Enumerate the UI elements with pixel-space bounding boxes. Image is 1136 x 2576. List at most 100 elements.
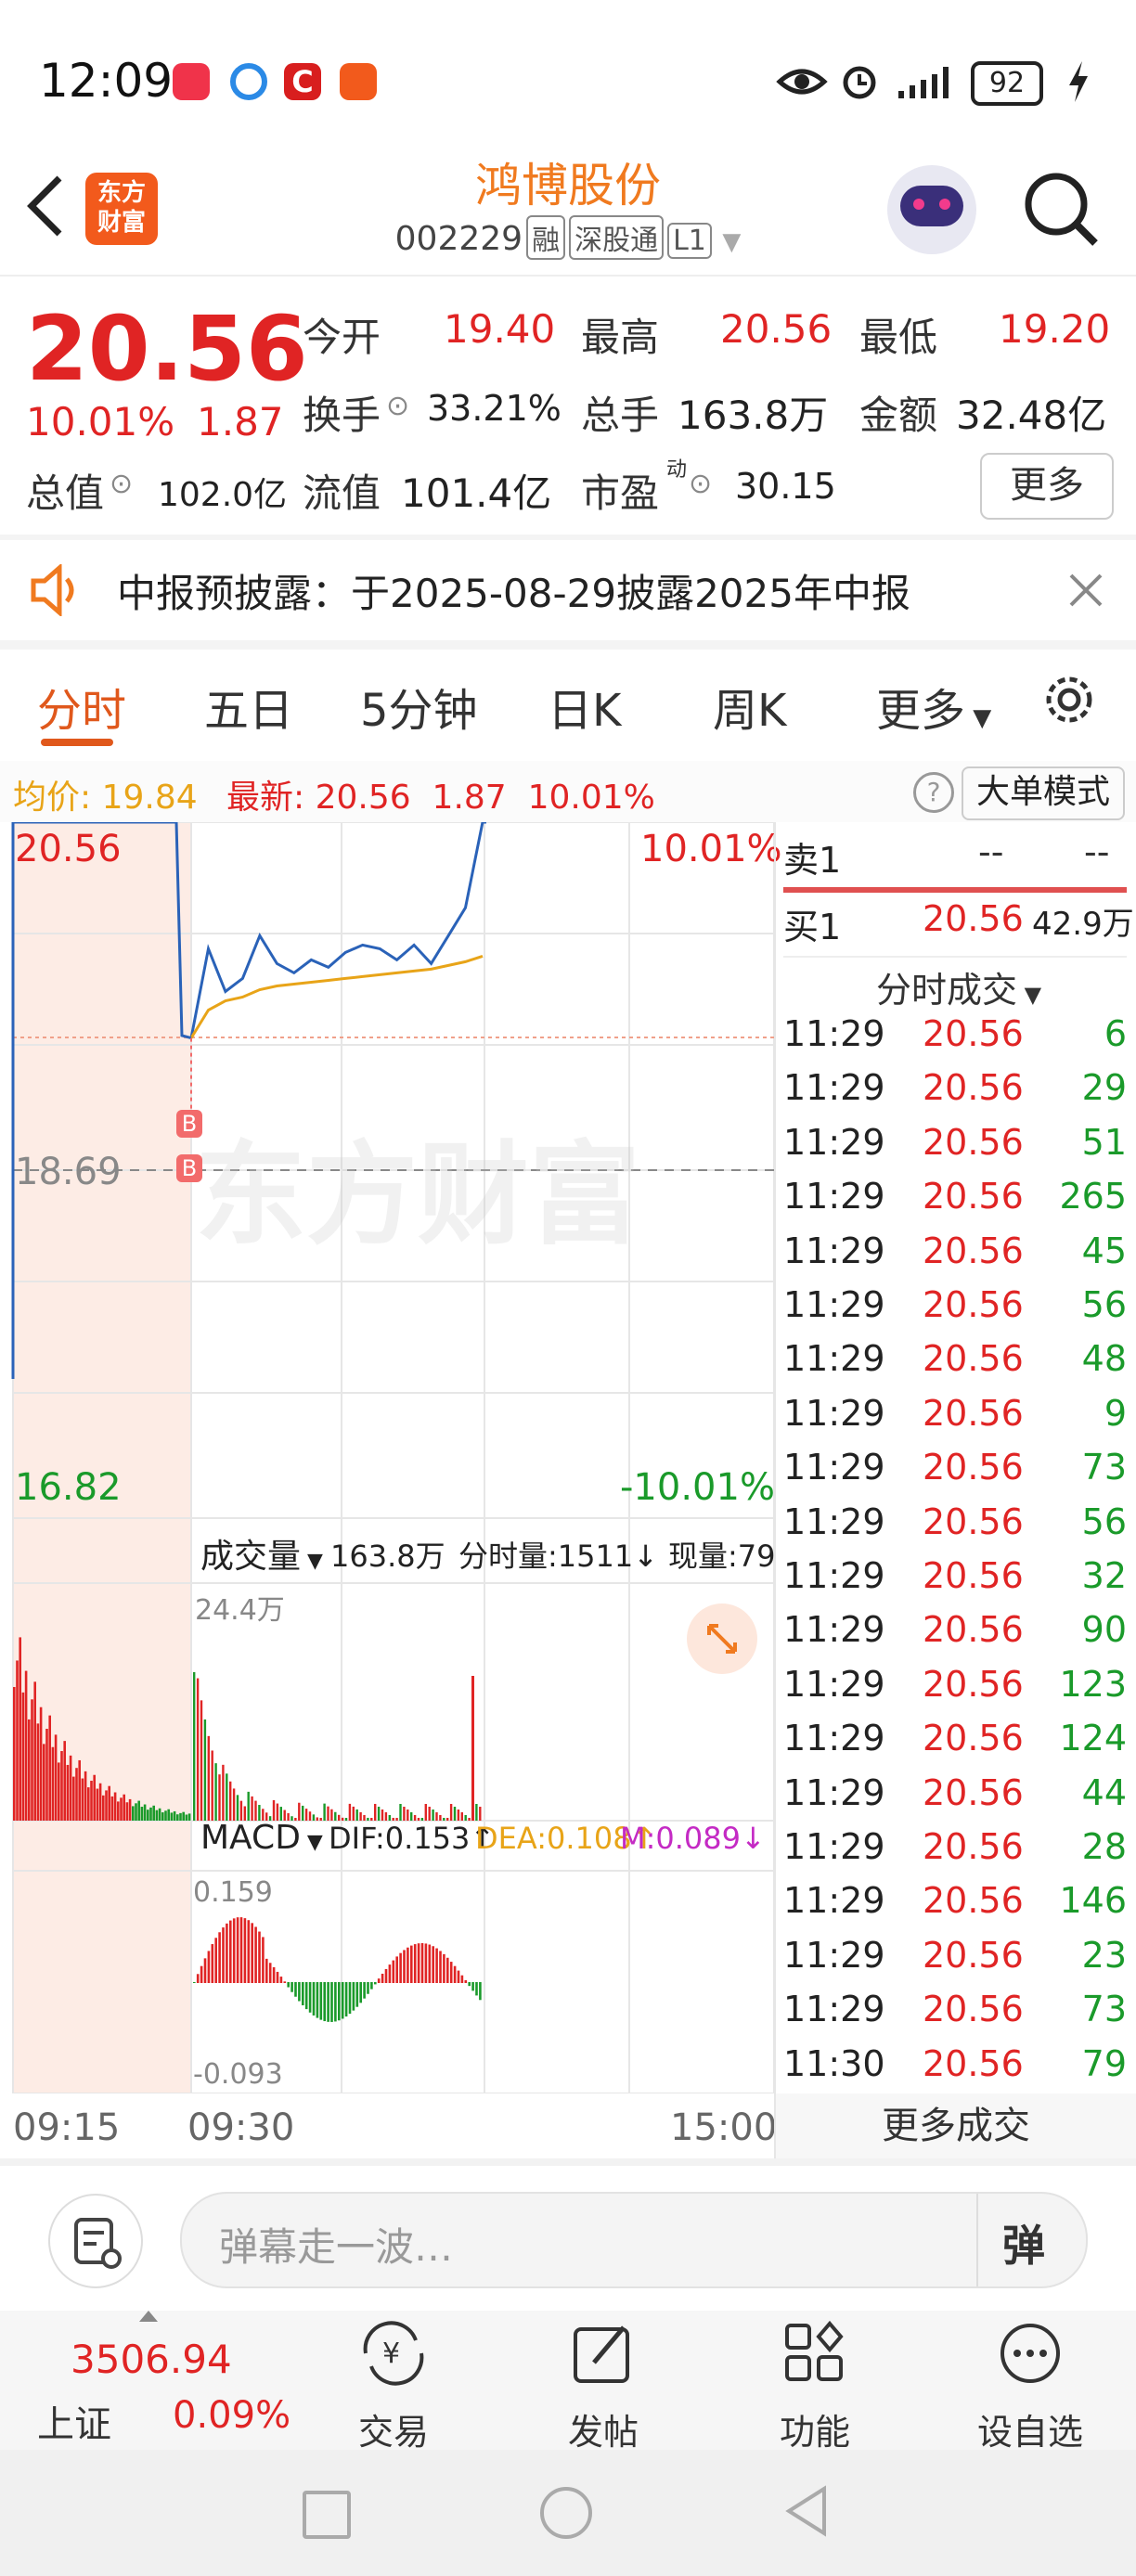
- volume-bar: [170, 1812, 174, 1821]
- volume-bar: [98, 1783, 102, 1821]
- info-icon[interactable]: ⊙: [689, 468, 712, 500]
- volume-label: 成交量: [200, 1538, 302, 1576]
- volume-bar: [348, 1803, 352, 1821]
- c-app-icon: C: [284, 63, 321, 100]
- macd-bar: [417, 1943, 420, 1983]
- trade-icon[interactable]: ¥: [356, 2320, 431, 2387]
- volume-bar: [75, 1768, 78, 1821]
- buy-marker[interactable]: B: [176, 1110, 202, 1138]
- volume-dropdown[interactable]: 成交量 ▼: [200, 1529, 323, 1578]
- volume-bar: [226, 1773, 228, 1821]
- tick-header[interactable]: 分时成交 ▼: [876, 961, 1041, 1012]
- more-quote-button[interactable]: 更多: [980, 453, 1114, 520]
- info-icon[interactable]: ⊙: [386, 390, 409, 422]
- index-name[interactable]: 上证: [37, 2394, 111, 2448]
- buy1-label: 买1: [783, 907, 842, 947]
- home-button[interactable]: [540, 2487, 592, 2539]
- paper-plane-app-icon: [340, 63, 377, 100]
- assistant-avatar[interactable]: [887, 165, 976, 254]
- volume-bar: [161, 1812, 164, 1821]
- close-icon[interactable]: [1067, 572, 1104, 609]
- volume-bar: [24, 1670, 28, 1821]
- nav-post[interactable]: 发帖: [538, 2403, 668, 2454]
- expand-icon[interactable]: [687, 1604, 757, 1674]
- volume-bar: [78, 1759, 81, 1821]
- status-bar: 12:09 C 92: [0, 0, 1136, 148]
- pe-label: 市盈: [581, 470, 660, 516]
- volume-bar: [108, 1785, 110, 1821]
- tick-volume: 56: [1081, 1284, 1127, 1325]
- macd-bar: [294, 1982, 297, 1997]
- volume-bar: [381, 1809, 384, 1821]
- tick-price: 20.56: [923, 1880, 1024, 1922]
- avg-label-text: 均价:: [13, 779, 92, 817]
- macd-bar: [272, 1966, 276, 1983]
- volume-bar: [407, 1809, 409, 1821]
- tick-row: 11:29 20.56 51: [783, 1122, 1136, 1176]
- turnover-label: 换手: [303, 393, 381, 438]
- change-value: 1.87: [197, 399, 284, 444]
- notes-button[interactable]: [48, 2194, 143, 2288]
- back-nav-button[interactable]: [783, 2485, 830, 2537]
- macd-bar: [243, 1918, 247, 1983]
- macd-bar: [290, 1982, 293, 1992]
- tick-row: 11:29 20.56 73: [783, 1447, 1136, 1501]
- macd-bar: [251, 1923, 253, 1983]
- tab-5day[interactable]: 五日: [204, 674, 293, 739]
- tick-volume: 90: [1081, 1609, 1127, 1651]
- macd-bar: [338, 1982, 341, 2021]
- tick-time: 11:29: [783, 1934, 885, 1976]
- macd-top-label: 0.159: [193, 1876, 273, 1909]
- big-order-mode-button[interactable]: 大单模式: [962, 766, 1125, 820]
- comment-input[interactable]: 弹幕走一波… 弹: [180, 2192, 1088, 2288]
- volume-bar: [479, 1806, 482, 1821]
- up-arrow-icon: [139, 2311, 158, 2322]
- volume-bar: [232, 1788, 236, 1821]
- current-volume-text: 现量:79: [668, 1539, 776, 1574]
- index-pct[interactable]: 0.09%: [173, 2394, 290, 2437]
- help-icon[interactable]: ?: [913, 772, 954, 813]
- more-ticks-button[interactable]: 更多成交: [776, 2093, 1136, 2158]
- tag-connect: 深股通: [569, 215, 665, 260]
- post-icon[interactable]: [570, 2320, 637, 2387]
- tab-more[interactable]: 更多 ▼: [876, 674, 991, 739]
- buy-marker[interactable]: B: [176, 1154, 202, 1182]
- tab-intraday[interactable]: 分时: [37, 674, 126, 739]
- more-dots-icon[interactable]: [997, 2320, 1064, 2387]
- notice-bar[interactable]: 中报预披露：于2025-08-29披露2025年中报: [0, 540, 1136, 640]
- macd-bar: [196, 1974, 200, 1983]
- macd-bar: [453, 1965, 457, 1983]
- tick-price: 20.56: [923, 1771, 1024, 1813]
- minute-volume: 分时量:1511↓: [458, 1539, 659, 1574]
- avg-value: 19.84: [101, 779, 198, 817]
- nav-trade[interactable]: 交易: [329, 2403, 458, 2454]
- danmu-button[interactable]: 弹: [1002, 2212, 1045, 2273]
- tick-volume: 6: [1104, 1013, 1127, 1054]
- macd-dropdown[interactable]: MACD ▼: [200, 1819, 323, 1857]
- macd-bar: [384, 1968, 388, 1983]
- macd-bar: [428, 1944, 432, 1983]
- volume-bar: [45, 1729, 48, 1821]
- tab-daily-k[interactable]: 日K: [548, 674, 621, 739]
- panel-divider: [774, 822, 776, 2158]
- volume-bar: [36, 1723, 40, 1821]
- volume-bar: [155, 1810, 159, 1821]
- intraday-chart[interactable]: [0, 822, 774, 2093]
- info-icon[interactable]: ⊙: [110, 468, 133, 500]
- volume-bar: [167, 1809, 170, 1821]
- nav-add-watchlist[interactable]: 设自选: [965, 2403, 1095, 2454]
- amount-label: 金额: [859, 393, 938, 438]
- index-value[interactable]: 3506.94: [71, 2337, 232, 2382]
- tick-row: 11:29 20.56 265: [783, 1176, 1136, 1230]
- tab-5min[interactable]: 5分钟: [360, 674, 478, 739]
- search-icon[interactable]: [1021, 169, 1101, 249]
- tab-weekly-k[interactable]: 周K: [713, 674, 786, 739]
- recents-button[interactable]: [303, 2491, 351, 2539]
- nav-function[interactable]: 功能: [750, 2403, 880, 2454]
- function-icon[interactable]: [781, 2320, 848, 2387]
- divider: [976, 2194, 978, 2286]
- volume-bar: [457, 1809, 460, 1821]
- tick-price: 20.56: [923, 1013, 1024, 1054]
- gear-icon[interactable]: [1039, 670, 1099, 729]
- macd-bar: [420, 1943, 424, 1983]
